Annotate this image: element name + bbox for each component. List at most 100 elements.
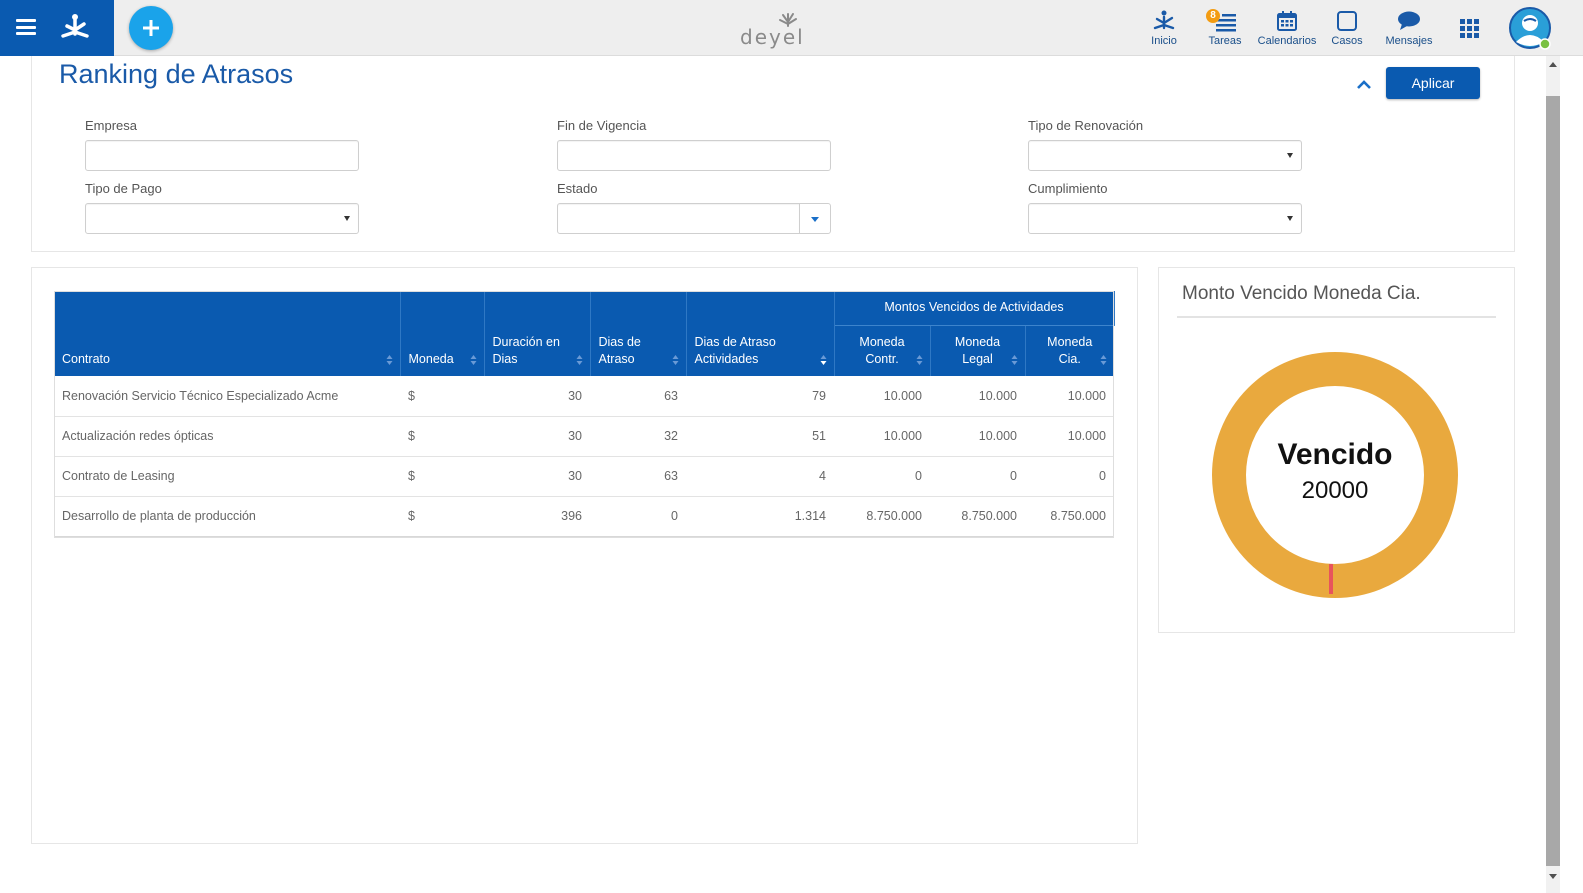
sort-icon [470, 355, 476, 365]
col-legal-label-1: Moneda [954, 335, 1001, 349]
nav-mensajes[interactable]: Mensajes [1382, 6, 1436, 52]
tipo-pago-select[interactable] [85, 203, 359, 234]
cell-contrato: Contrato de Leasing [54, 456, 400, 497]
apps-grid-icon[interactable] [1460, 19, 1480, 39]
estado-dropdown-button[interactable] [799, 203, 831, 234]
col-cia-label-1: Moneda [1047, 335, 1093, 349]
col-duracion-label-2: Dias [492, 352, 518, 366]
cell-legal: 8.750.000 [930, 496, 1025, 537]
table-row[interactable]: Desarrollo de planta de producción $ 396… [54, 496, 1114, 537]
home-node-icon [1153, 10, 1175, 30]
sort-icon [576, 355, 582, 365]
tipo-renovacion-select[interactable] [1028, 140, 1302, 171]
col-dias-atraso-label-1: Dias de [598, 335, 641, 349]
scrollbar-thumb[interactable] [1546, 96, 1560, 866]
col-duracion-label-1: Duración en [492, 335, 560, 349]
chart-title-divider [1177, 316, 1496, 318]
cell-contr: 10.000 [834, 376, 930, 417]
brand-box [0, 0, 114, 56]
cell-duracion: 30 [484, 456, 590, 497]
cumplimiento-select[interactable] [1028, 203, 1302, 234]
caret-down-icon [1287, 216, 1293, 221]
sort-icon [672, 355, 678, 365]
scroll-down-arrow[interactable] [1549, 874, 1557, 879]
caret-down-icon [344, 216, 350, 221]
nav-label: Calendarios [1257, 35, 1317, 47]
col-moneda-label: Moneda [408, 352, 454, 366]
col-moneda-legal[interactable]: Moneda Legal [930, 325, 1026, 376]
chevron-up-icon[interactable] [1356, 78, 1372, 90]
col-moneda-cia[interactable]: Moneda Cia. [1025, 325, 1114, 376]
caret-down-icon [1287, 153, 1293, 158]
col-contrato-label: Contrato [62, 352, 110, 366]
nav-label: Inicio [1151, 35, 1177, 47]
chat-bubble-icon [1398, 11, 1420, 30]
sort-icon [386, 355, 392, 365]
user-avatar[interactable] [1508, 6, 1552, 50]
col-dias-atraso[interactable]: Dias de Atraso [590, 291, 687, 376]
donut-slice-0[interactable] [1212, 352, 1458, 598]
col-moneda-contr[interactable]: Moneda Contr. [834, 325, 931, 376]
table-row[interactable]: Actualización redes ópticas $ 30 32 51 1… [54, 416, 1114, 457]
cell-contr: 8.750.000 [834, 496, 930, 537]
nav-casos[interactable]: Casos [1329, 6, 1365, 52]
svg-text:deyel: deyel [740, 25, 805, 49]
empresa-input[interactable] [85, 140, 359, 171]
nav-label: Mensajes [1385, 35, 1433, 47]
scroll-up-arrow[interactable] [1549, 62, 1557, 67]
nav-inicio[interactable]: Inicio [1146, 6, 1182, 52]
apply-button[interactable]: Aplicar [1386, 67, 1480, 99]
chart-title: Monto Vencido Moneda Cia. [1182, 283, 1421, 304]
cell-contrato: Actualización redes ópticas [54, 416, 400, 457]
cell-duracion: 396 [484, 496, 590, 537]
estado-input[interactable] [557, 203, 800, 234]
col-dias-actividades[interactable]: Dias de Atraso Actividades [686, 291, 835, 376]
deyel-logo: deyel [740, 13, 805, 49]
table-row[interactable]: Contrato de Leasing $ 30 63 4 0 0 0 [54, 456, 1114, 497]
cell-contrato: Desarrollo de planta de producción [54, 496, 400, 537]
col-contrato[interactable]: Contrato [54, 291, 401, 376]
cell-legal: 10.000 [930, 416, 1025, 457]
plus-icon [143, 20, 159, 36]
col-moneda[interactable]: Moneda [400, 291, 485, 376]
cell-dias-atraso: 63 [590, 376, 686, 417]
cell-duracion: 30 [484, 416, 590, 457]
cell-moneda: $ [400, 496, 484, 537]
fin-vigencia-input[interactable] [557, 140, 831, 171]
cell-dias-act: 51 [686, 416, 834, 457]
sort-icon [916, 355, 922, 365]
table-row[interactable]: Renovación Servicio Técnico Especializad… [54, 376, 1114, 417]
col-dias-act-label-2: Actividades [694, 352, 759, 366]
ranking-table: Contrato Moneda Duración en Dias Dias de… [54, 291, 1115, 537]
col-dias-act-label-1: Dias de Atraso [694, 335, 776, 349]
col-duracion[interactable]: Duración en Dias [484, 291, 591, 376]
nav-calendarios[interactable]: Calendarios [1256, 6, 1318, 52]
app-logo-icon[interactable] [56, 8, 94, 46]
cell-dias-atraso: 0 [590, 496, 686, 537]
cell-legal: 10.000 [930, 376, 1025, 417]
col-contr-label-2: Contr. [865, 352, 899, 366]
cell-dias-atraso: 63 [590, 456, 686, 497]
tasks-badge: 8 [1206, 9, 1220, 23]
sort-desc-icon [820, 355, 826, 365]
cell-moneda: $ [400, 416, 484, 457]
cell-moneda: $ [400, 456, 484, 497]
cell-contr: 0 [834, 456, 930, 497]
cell-dias-act: 1.314 [686, 496, 834, 537]
add-button[interactable] [129, 6, 173, 50]
donut-chart: Vencido 20000 [1212, 352, 1458, 598]
col-contr-label-1: Moneda [859, 335, 905, 349]
cumplimiento-label: Cumplimiento [1028, 181, 1108, 196]
col-legal-label-2: Legal [962, 352, 993, 366]
donut-center-value: 20000 [1302, 477, 1369, 504]
group-header-montos: Montos Vencidos de Actividades [834, 291, 1115, 326]
menu-icon[interactable] [16, 19, 36, 35]
cases-icon [1337, 11, 1357, 31]
cell-cia: 10.000 [1025, 376, 1114, 417]
cell-moneda: $ [400, 376, 484, 417]
col-cia-label-2: Cia. [1058, 352, 1081, 366]
donut-center-label: Vencido [1277, 438, 1392, 471]
cell-legal: 0 [930, 456, 1025, 497]
sort-icon [1100, 355, 1107, 365]
cell-dias-act: 79 [686, 376, 834, 417]
